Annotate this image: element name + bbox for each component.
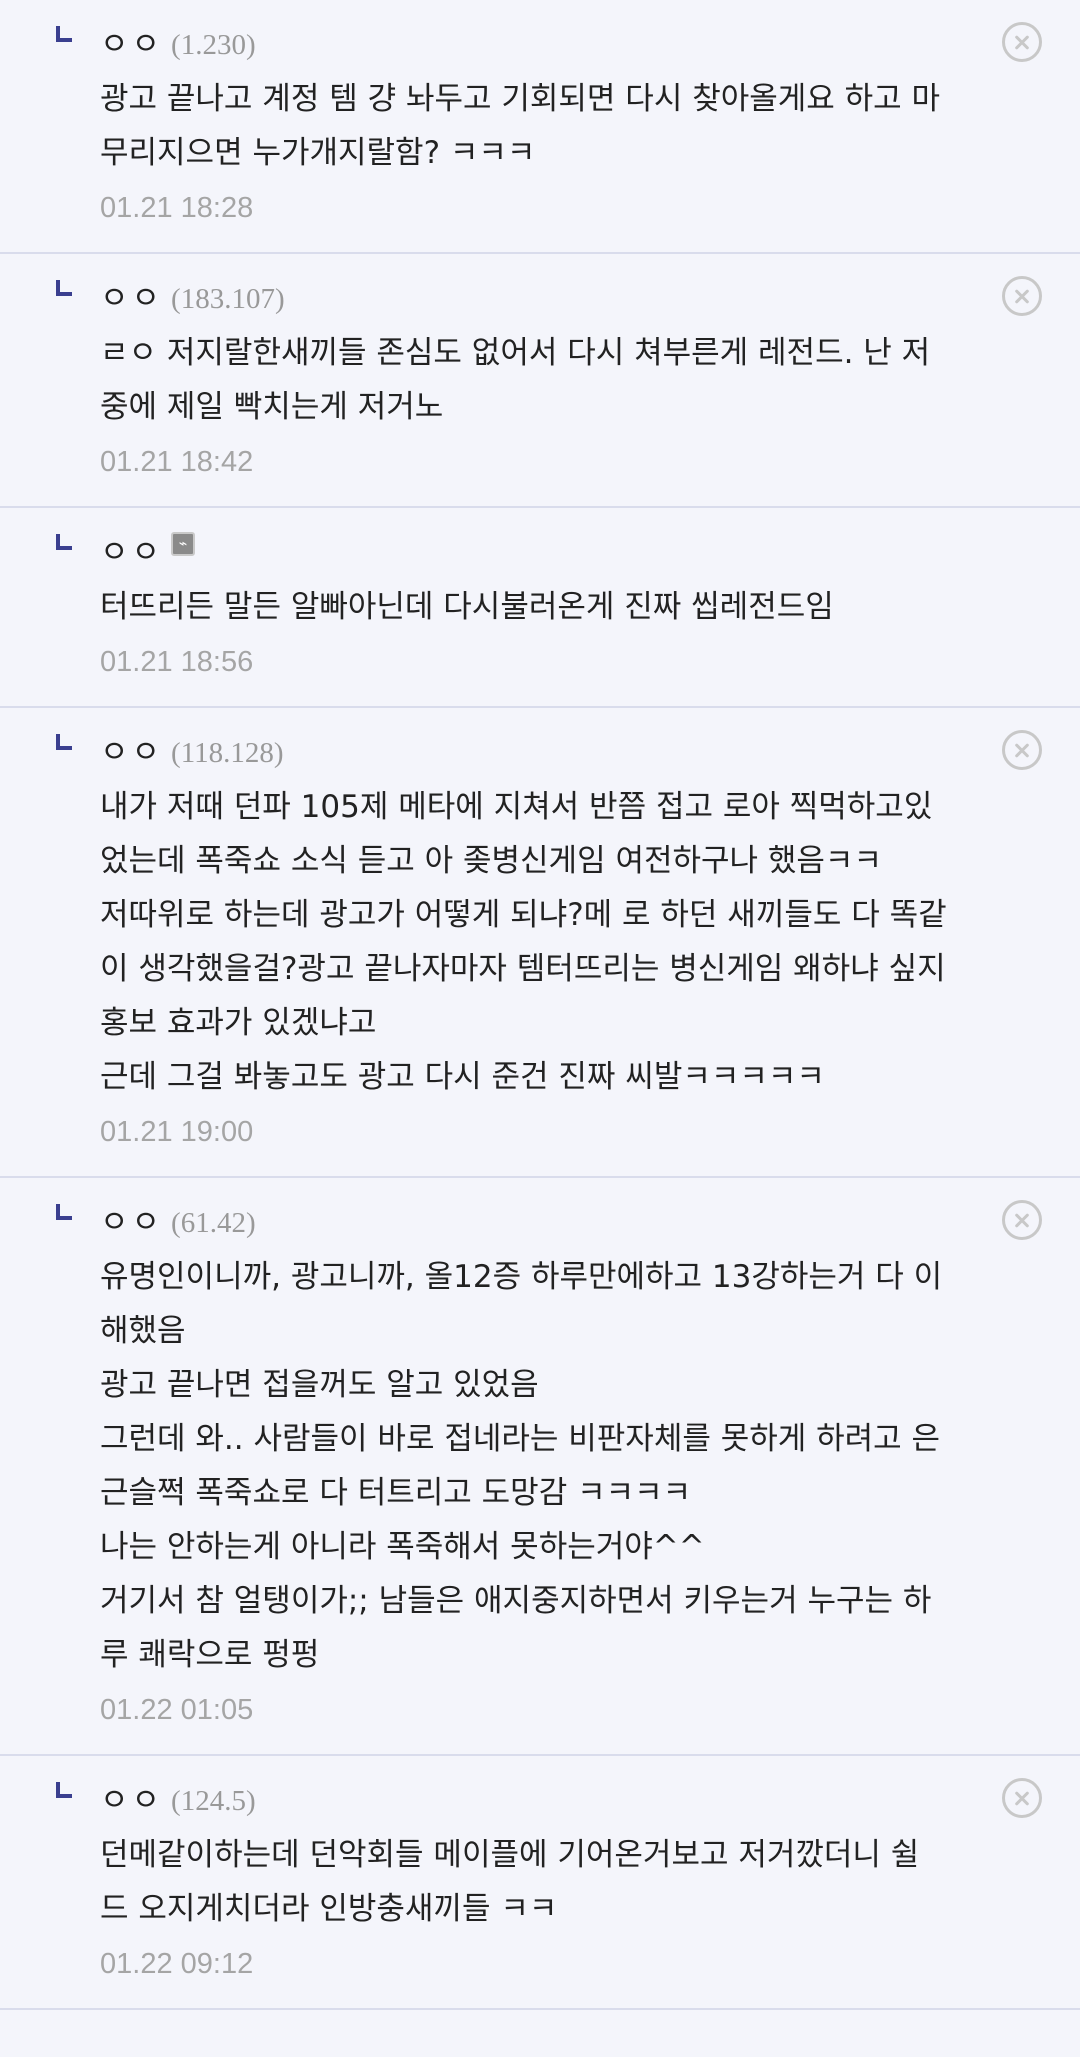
reply-arrow-icon (56, 734, 72, 750)
ip-address: (183.107) (171, 282, 285, 315)
delete-button[interactable] (1002, 1778, 1042, 1818)
comment-line: 무리지으면 누가개지랄함? ㅋㅋㅋ (100, 135, 536, 171)
comment-line: 내가 저때 던파 105제 메타에 지쳐서 반쯤 접고 로아 찍먹하고있 (100, 789, 933, 825)
comment-line: 광고 끝나면 접을꺼도 알고 있었음 (100, 1367, 539, 1403)
comment-item: ㅇㅇ (61.42) 유명인이니까, 광고니까, 올12증 하루만에하고 13강하… (0, 1178, 1080, 1756)
ip-address: (61.42) (171, 1206, 256, 1239)
delete-button[interactable] (1002, 1200, 1042, 1240)
comment-line: 루 쾌락으로 펑펑 (100, 1637, 320, 1673)
comment-meta: ㅇㅇ (118.128) (100, 728, 1080, 776)
comment-item: ㅇㅇ ⌁ 터뜨리든 말든 알빠아닌데 다시불러온게 진짜 씹레전드임 01.21 … (0, 508, 1080, 708)
reply-arrow-icon (56, 280, 72, 296)
comment-item: ㅇㅇ (1.230) 광고 끝나고 계정 템 걍 놔두고 기회되면 다시 찾아올게… (0, 0, 1080, 254)
comment-date: 01.21 18:56 (100, 646, 254, 678)
comment-date: 01.21 18:28 (100, 192, 254, 224)
comment-line: 이 생각했을걸?광고 끝나자마자 템터뜨리는 병신게임 왜하냐 싶지 (100, 951, 946, 987)
comment-date: 01.22 01:05 (100, 1694, 254, 1726)
reply-arrow-icon (56, 1782, 72, 1798)
comment-meta: ㅇㅇ (124.5) (100, 1776, 1080, 1824)
nickname[interactable]: ㅇㅇ (100, 1783, 163, 1819)
comment-line: 근슬쩍 폭죽쇼로 다 터트리고 도망감 ㅋㅋㅋㅋ (100, 1475, 692, 1511)
comment-text: 유명인이니까, 광고니까, 올12증 하루만에하고 13강하는거 다 이해했음광… (100, 1250, 1050, 1682)
comment-line: 드 오지게치더라 인방충새끼들 ㅋㅋ (100, 1891, 558, 1927)
nickname[interactable]: ㅇㅇ (100, 735, 163, 771)
comment-text: 터뜨리든 말든 알빠아닌데 다시불러온게 진짜 씹레전드임 (100, 580, 1050, 634)
comment-text: ㄹㅇ 저지랄한새끼들 존심도 없어서 다시 쳐부른게 레전드. 난 저중에 제일… (100, 326, 1050, 434)
reply-arrow-icon (56, 26, 72, 42)
comment-line: 저따위로 하는데 광고가 어떻게 되냐?메 로 하던 새끼들도 다 똑같 (100, 897, 947, 933)
comment-line: 광고 끝나고 계정 템 걍 놔두고 기회되면 다시 찾아올게요 하고 마 (100, 81, 941, 117)
comment-item: ㅇㅇ (118.128) 내가 저때 던파 105제 메타에 지쳐서 반쯤 접고 … (0, 708, 1080, 1178)
comment-line: 거기서 참 얼탱이가;; 남들은 애지중지하면서 키우는거 누구는 하 (100, 1583, 932, 1619)
nickname[interactable]: ㅇㅇ (100, 535, 163, 571)
comment-line: 었는데 폭죽쇼 소식 듣고 아 좆병신게임 여전하구나 했음ㅋㅋ (100, 843, 882, 879)
comment-list: ㅇㅇ (1.230) 광고 끝나고 계정 템 걍 놔두고 기회되면 다시 찾아올게… (0, 0, 1080, 2010)
comment-meta: ㅇㅇ (1.230) (100, 20, 1080, 68)
comment-text: 내가 저때 던파 105제 메타에 지쳐서 반쯤 접고 로아 찍먹하고있었는데 … (100, 780, 1050, 1104)
mobile-user-icon: ⌁ (171, 531, 196, 556)
comment-line: 홍보 효과가 있겠냐고 (100, 1005, 377, 1041)
comment-item: ㅇㅇ (183.107) ㄹㅇ 저지랄한새끼들 존심도 없어서 다시 쳐부른게 레… (0, 254, 1080, 508)
comment-line: 던메같이하는데 던악회들 메이플에 기어온거보고 저거깠더니 쉴 (100, 1837, 920, 1873)
comment-meta: ㅇㅇ (183.107) (100, 274, 1080, 322)
ip-address: (1.230) (171, 28, 256, 61)
comment-date: 01.22 09:12 (100, 1948, 254, 1980)
ip-address: (118.128) (171, 736, 284, 769)
comment-line: 해했음 (100, 1313, 186, 1349)
comment-line: 유명인이니까, 광고니까, 올12증 하루만에하고 13강하는거 다 이 (100, 1259, 943, 1295)
nickname[interactable]: ㅇㅇ (100, 27, 163, 63)
comment-date: 01.21 18:42 (100, 446, 254, 478)
delete-button[interactable] (1002, 730, 1042, 770)
comment-line: 근데 그걸 봐놓고도 광고 다시 준건 진짜 씨발ㅋㅋㅋㅋㅋ (100, 1059, 825, 1095)
reply-arrow-icon (56, 1204, 72, 1220)
comment-line: 터뜨리든 말든 알빠아닌데 다시불러온게 진짜 씹레전드임 (100, 589, 834, 625)
comment-meta: ㅇㅇ (61.42) (100, 1198, 1080, 1246)
comment-text: 광고 끝나고 계정 템 걍 놔두고 기회되면 다시 찾아올게요 하고 마무리지으… (100, 72, 1050, 180)
comment-meta: ㅇㅇ ⌁ (100, 528, 1080, 576)
delete-button[interactable] (1002, 22, 1042, 62)
nickname[interactable]: ㅇㅇ (100, 281, 163, 317)
comment-line: 그런데 와.. 사람들이 바로 접네라는 비판자체를 못하게 하려고 은 (100, 1421, 941, 1457)
comment-item: ㅇㅇ (124.5) 던메같이하는데 던악회들 메이플에 기어온거보고 저거깠더니… (0, 1756, 1080, 2010)
delete-button[interactable] (1002, 276, 1042, 316)
comment-line: 나는 안하는게 아니라 폭죽해서 못하는거야^^ (100, 1529, 705, 1565)
nickname[interactable]: ㅇㅇ (100, 1205, 163, 1241)
comment-line: ㄹㅇ 저지랄한새끼들 존심도 없어서 다시 쳐부른게 레전드. 난 저 (100, 335, 931, 371)
comment-date: 01.21 19:00 (100, 1116, 254, 1148)
comment-line: 중에 제일 빡치는게 저거노 (100, 389, 444, 425)
comment-text: 던메같이하는데 던악회들 메이플에 기어온거보고 저거깠더니 쉴드 오지게치더라… (100, 1828, 1050, 1936)
ip-address: (124.5) (171, 1784, 256, 1817)
reply-arrow-icon (56, 534, 72, 550)
